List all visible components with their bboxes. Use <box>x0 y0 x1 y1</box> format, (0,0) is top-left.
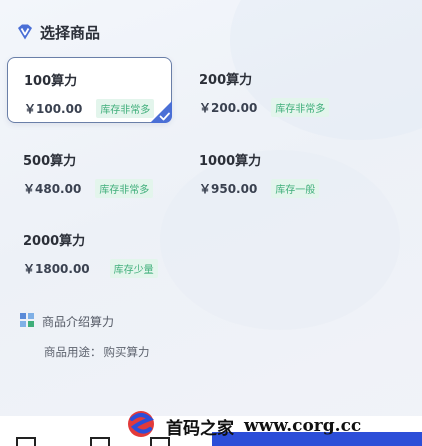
product-price: ￥200.00 <box>199 101 258 115</box>
watermark-name: 首码之家 <box>166 418 234 439</box>
selected-check-icon <box>150 101 172 123</box>
stock-badge: 库存一般 <box>271 179 320 198</box>
product-card-2000[interactable]: 2000算力 ￥1800.00 库存少量 <box>7 218 172 284</box>
watermark-url: www.corg.cc <box>244 416 362 436</box>
product-price: ￥950.00 <box>199 182 258 196</box>
intro-title: 商品介绍算力 <box>42 314 115 329</box>
section-title: 选择商品 <box>40 23 101 42</box>
nav-home-icon[interactable] <box>16 437 36 446</box>
product-card-500[interactable]: 500算力 ￥480.00 库存非常多 <box>7 138 172 204</box>
product-name: 2000算力 <box>23 234 86 249</box>
product-price: ￥100.00 <box>24 102 83 116</box>
product-name: 200算力 <box>199 73 253 88</box>
product-name: 1000算力 <box>199 154 262 169</box>
product-selection-page: 选择商品 100算力 ￥100.00 库存非常多 200算力 ￥200.00 库… <box>0 0 422 446</box>
product-card-100[interactable]: 100算力 ￥100.00 库存非常多 <box>7 57 172 123</box>
product-card-200[interactable]: 200算力 ￥200.00 库存非常多 <box>183 57 348 123</box>
nav-orders-icon[interactable] <box>90 437 110 446</box>
stock-badge: 库存非常多 <box>96 99 155 118</box>
stock-badge: 库存少量 <box>109 259 158 278</box>
intro-header: 商品介绍算力 <box>20 312 114 330</box>
product-card-1000[interactable]: 1000算力 ￥950.00 库存一般 <box>183 138 348 204</box>
usage-label: 商品用途： <box>44 345 102 359</box>
usage-value: 购买算力 <box>103 345 150 359</box>
product-price: ￥480.00 <box>23 182 82 196</box>
grid-icon <box>20 312 34 331</box>
stock-badge: 库存非常多 <box>95 179 154 198</box>
watermark: 首码之家 www.corg.cc <box>126 410 361 442</box>
intro-usage: 商品用途： 购买算力 <box>44 344 150 360</box>
product-price: ￥1800.00 <box>23 262 90 276</box>
v-diamond-icon <box>16 23 34 41</box>
stock-badge: 库存非常多 <box>271 98 330 117</box>
product-name: 500算力 <box>23 154 77 169</box>
section-header: 选择商品 <box>16 20 100 44</box>
watermark-logo-icon <box>126 409 156 443</box>
product-name: 100算力 <box>24 74 78 89</box>
